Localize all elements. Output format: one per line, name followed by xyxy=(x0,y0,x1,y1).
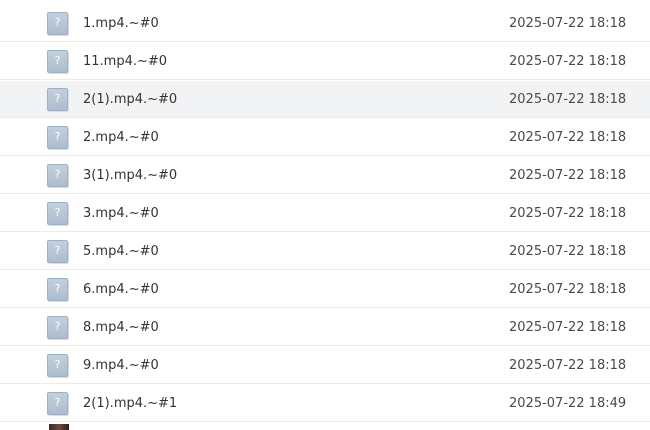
file-modified-date: 2025-07-22 18:49 xyxy=(509,396,627,411)
unknown-file-icon: ? xyxy=(47,202,68,225)
file-row[interactable]: ? 3.mp4.~#0 2025-07-22 18:18 xyxy=(0,195,650,232)
file-modified-date: 2025-07-22 18:18 xyxy=(509,16,627,31)
file-row[interactable]: ? 11.mp4.~#0 2025-07-22 18:18 xyxy=(0,43,650,80)
question-mark-glyph: ? xyxy=(54,206,61,219)
file-name[interactable]: 11.mp4.~#0 xyxy=(83,43,167,80)
file-modified-date: 2025-07-22 18:18 xyxy=(509,54,627,69)
file-name[interactable]: 2.mp4.~#0 xyxy=(83,119,159,156)
unknown-file-icon: ? xyxy=(47,88,68,111)
file-row-hovered[interactable]: ? 2(1).mp4.~#0 2025-07-22 18:18 xyxy=(0,81,650,118)
unknown-file-icon: ? xyxy=(47,240,68,263)
file-modified-date: 2025-07-22 18:18 xyxy=(509,168,627,183)
file-row[interactable]: ? 9.mp4.~#0 2025-07-22 18:18 xyxy=(0,347,650,384)
file-modified-date: 2025-07-22 18:18 xyxy=(509,282,627,297)
question-mark-glyph: ? xyxy=(54,282,61,295)
file-modified-date: 2025-07-22 18:18 xyxy=(509,358,627,373)
unknown-file-icon: ? xyxy=(47,164,68,187)
file-name[interactable]: 6.mp4.~#0 xyxy=(83,271,159,308)
question-mark-glyph: ? xyxy=(54,92,61,105)
file-name[interactable]: 5.mp4.~#0 xyxy=(83,233,159,270)
file-row[interactable]: ? 8.mp4.~#0 2025-07-22 18:18 xyxy=(0,309,650,346)
file-row[interactable]: ? 5.mp4.~#0 2025-07-22 18:18 xyxy=(0,233,650,270)
file-modified-date: 2025-07-22 18:18 xyxy=(509,206,627,221)
file-list: ? 1.mp4.~#0 2025-07-22 18:18 ? 11.mp4.~#… xyxy=(0,0,650,430)
file-row[interactable]: ? 3(1).mp4.~#0 2025-07-22 18:18 xyxy=(0,157,650,194)
file-row[interactable]: ? 1.mp4.~#0 2025-07-22 18:18 xyxy=(0,5,650,42)
file-modified-date: 2025-07-22 18:18 xyxy=(509,130,627,145)
file-name[interactable]: 3(1).mp4.~#0 xyxy=(83,157,177,194)
question-mark-glyph: ? xyxy=(54,396,61,409)
file-name[interactable]: 2(1).mp4.~#1 xyxy=(83,385,177,422)
file-name[interactable]: 8.mp4.~#0 xyxy=(83,309,159,346)
file-row[interactable]: ? 6.mp4.~#0 2025-07-22 18:18 xyxy=(0,271,650,308)
question-mark-glyph: ? xyxy=(54,358,61,371)
file-name[interactable]: 2(1).mp4.~#0 xyxy=(83,81,177,118)
unknown-file-icon: ? xyxy=(47,50,68,73)
unknown-file-icon: ? xyxy=(47,12,68,35)
question-mark-glyph: ? xyxy=(54,244,61,257)
unknown-file-icon: ? xyxy=(47,354,68,377)
question-mark-glyph: ? xyxy=(54,130,61,143)
file-modified-date: 2025-07-22 18:18 xyxy=(509,320,627,335)
unknown-file-icon: ? xyxy=(47,316,68,339)
file-name[interactable]: 3.mp4.~#0 xyxy=(83,195,159,232)
file-modified-date: 2025-07-22 18:18 xyxy=(509,244,627,259)
unknown-file-icon: ? xyxy=(47,278,68,301)
question-mark-glyph: ? xyxy=(54,320,61,333)
question-mark-glyph: ? xyxy=(54,54,61,67)
unknown-file-icon: ? xyxy=(47,392,68,415)
file-name[interactable]: 1.mp4.~#0 xyxy=(83,5,159,42)
file-name[interactable]: 9.mp4.~#0 xyxy=(83,347,159,384)
video-thumbnail-icon xyxy=(49,424,69,430)
question-mark-glyph: ? xyxy=(54,16,61,29)
file-row[interactable]: ? 2(1).mp4.~#1 2025-07-22 18:49 xyxy=(0,385,650,422)
question-mark-glyph: ? xyxy=(54,168,61,181)
file-modified-date: 2025-07-22 18:18 xyxy=(509,92,627,107)
unknown-file-icon: ? xyxy=(47,126,68,149)
file-row[interactable]: ? 2.mp4.~#0 2025-07-22 18:18 xyxy=(0,119,650,156)
